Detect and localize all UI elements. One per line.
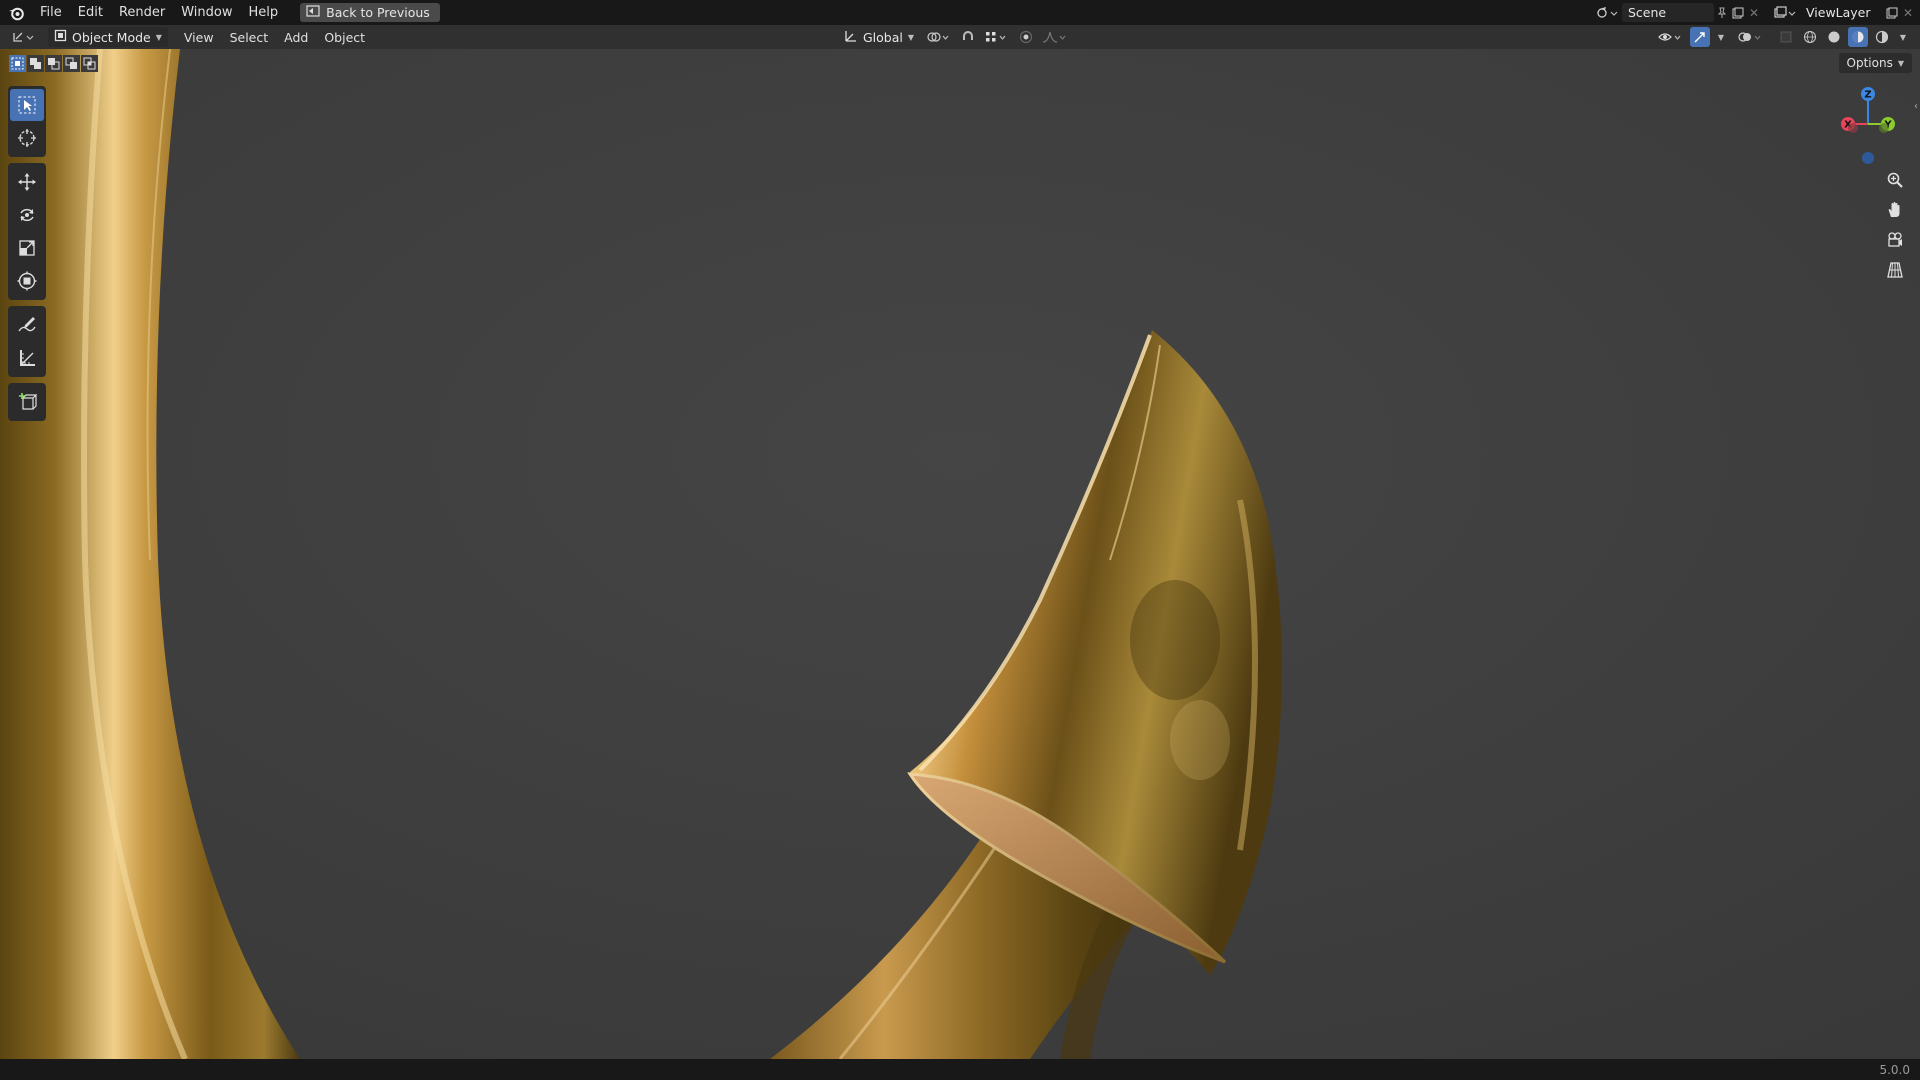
select-extend-icon[interactable]	[27, 55, 44, 72]
tool-shelf	[8, 86, 46, 427]
viewport-header: Object Mode ▼ View Select Add Object Glo…	[0, 25, 1920, 49]
pivot-point-icon[interactable]	[924, 27, 954, 47]
camera-view-icon[interactable]	[1882, 228, 1908, 252]
header-menu-add[interactable]: Add	[276, 30, 316, 45]
editor-type-icon[interactable]	[10, 27, 40, 47]
version-label: 5.0.0	[1879, 1062, 1910, 1077]
gizmo-neg-z[interactable]	[1862, 152, 1874, 164]
proportional-falloff-icon[interactable]	[1040, 27, 1070, 47]
menu-render[interactable]: Render	[111, 2, 173, 24]
perspective-grid-icon[interactable]	[1882, 258, 1908, 282]
view-layer-selector-icon[interactable]	[1772, 5, 1798, 21]
delete-scene-icon[interactable]: ✕	[1746, 5, 1762, 21]
top-bar: File Edit Render Window Help Back to Pre…	[0, 0, 1920, 25]
delete-view-layer-icon[interactable]: ✕	[1900, 5, 1916, 21]
blender-logo-icon[interactable]	[8, 5, 24, 21]
overlays-icon[interactable]	[1736, 27, 1766, 47]
snap-target-icon[interactable]	[982, 27, 1012, 47]
back-to-previous-label: Back to Previous	[326, 5, 430, 20]
visibility-icon[interactable]	[1656, 27, 1686, 47]
chevron-down-icon: ▼	[907, 32, 915, 42]
cursor-tool-icon[interactable]	[10, 122, 44, 154]
view-layer-field[interactable]: ViewLayer	[1800, 3, 1884, 22]
header-menu-select[interactable]: Select	[222, 30, 277, 45]
zoom-icon[interactable]	[1882, 168, 1908, 192]
orientation-dropdown[interactable]: Global ▼	[838, 27, 920, 47]
orientation-icon	[844, 29, 858, 46]
gizmo-dropdown-icon[interactable]: ▼	[1714, 27, 1728, 47]
gizmo-neg-y[interactable]	[1879, 123, 1889, 133]
select-intersect-icon[interactable]	[81, 55, 98, 72]
selection-mode-buttons	[9, 55, 98, 72]
new-view-layer-icon[interactable]	[1884, 5, 1900, 21]
navigation-buttons	[1882, 168, 1908, 282]
mode-label: Object Mode	[72, 29, 151, 45]
menu-window[interactable]: Window	[173, 2, 240, 24]
options-dropdown[interactable]: Options ▼	[1838, 53, 1912, 73]
view-layer-name: ViewLayer	[1806, 5, 1871, 20]
tool-group-add	[8, 383, 46, 421]
proportional-editing-icon[interactable]	[1016, 27, 1036, 47]
xray-toggle-icon[interactable]	[1776, 27, 1796, 47]
shading-dropdown-icon[interactable]: ▼	[1896, 27, 1910, 47]
chevron-down-icon: ▼	[1897, 58, 1904, 68]
tool-group-select	[8, 86, 46, 157]
snap-toggle-icon[interactable]	[958, 27, 978, 47]
scene-name-field[interactable]: Scene	[1622, 3, 1714, 22]
annotate-tool-icon[interactable]	[10, 309, 44, 341]
move-tool-icon[interactable]	[10, 166, 44, 198]
viewport-display-tools: ▼ ▼	[1656, 27, 1910, 47]
tool-group-transform	[8, 163, 46, 300]
header-menu-object[interactable]: Object	[316, 30, 373, 45]
menu-file[interactable]: File	[32, 2, 70, 24]
shading-solid-icon[interactable]	[1824, 27, 1844, 47]
chevron-down-icon: ▼	[155, 32, 162, 42]
rotate-tool-icon[interactable]	[10, 199, 44, 231]
scale-tool-icon[interactable]	[10, 232, 44, 264]
gizmo-z-label: Z	[1864, 90, 1871, 101]
transform-tool-icon[interactable]	[10, 265, 44, 297]
scene-selector-icon[interactable]	[1594, 5, 1620, 21]
gizmo-neg-x[interactable]	[1848, 123, 1858, 133]
3d-viewport[interactable]: Options ▼ ‹ Z Y X	[0, 49, 1920, 1059]
scene-render[interactable]	[0, 49, 1920, 1059]
pan-hand-icon[interactable]	[1882, 198, 1908, 222]
transform-tools: Global ▼	[838, 27, 1070, 47]
measure-tool-icon[interactable]	[10, 342, 44, 374]
add-cube-tool-icon[interactable]	[10, 386, 44, 418]
shading-material-icon[interactable]	[1848, 27, 1868, 47]
back-window-icon	[306, 5, 320, 20]
orientation-label: Global	[863, 29, 903, 45]
shading-wireframe-icon[interactable]	[1800, 27, 1820, 47]
options-label: Options	[1846, 56, 1893, 70]
object-mode-icon	[54, 29, 67, 45]
top-right-area: Scene ✕ ViewLayer ✕	[1594, 0, 1920, 25]
tool-group-annotate	[8, 306, 46, 377]
sidebar-toggle-icon[interactable]: ‹	[1914, 101, 1918, 112]
select-box-tool-icon[interactable]	[10, 89, 44, 121]
shading-rendered-icon[interactable]	[1872, 27, 1892, 47]
navigation-gizmo[interactable]: Z Y X	[1828, 84, 1908, 174]
gizmo-toggle-icon[interactable]	[1690, 27, 1710, 47]
pin-icon[interactable]	[1714, 5, 1730, 21]
mode-dropdown[interactable]: Object Mode ▼	[48, 27, 168, 47]
select-new-icon[interactable]	[9, 55, 26, 72]
status-bar: 5.0.0	[0, 1059, 1920, 1080]
select-invert-icon[interactable]	[63, 55, 80, 72]
back-to-previous-button[interactable]: Back to Previous	[300, 3, 440, 22]
scene-name: Scene	[1628, 5, 1667, 20]
menu-edit[interactable]: Edit	[70, 2, 111, 24]
header-menu-view[interactable]: View	[176, 30, 222, 45]
menu-help[interactable]: Help	[241, 2, 287, 24]
new-scene-icon[interactable]	[1730, 5, 1746, 21]
select-subtract-icon[interactable]	[45, 55, 62, 72]
